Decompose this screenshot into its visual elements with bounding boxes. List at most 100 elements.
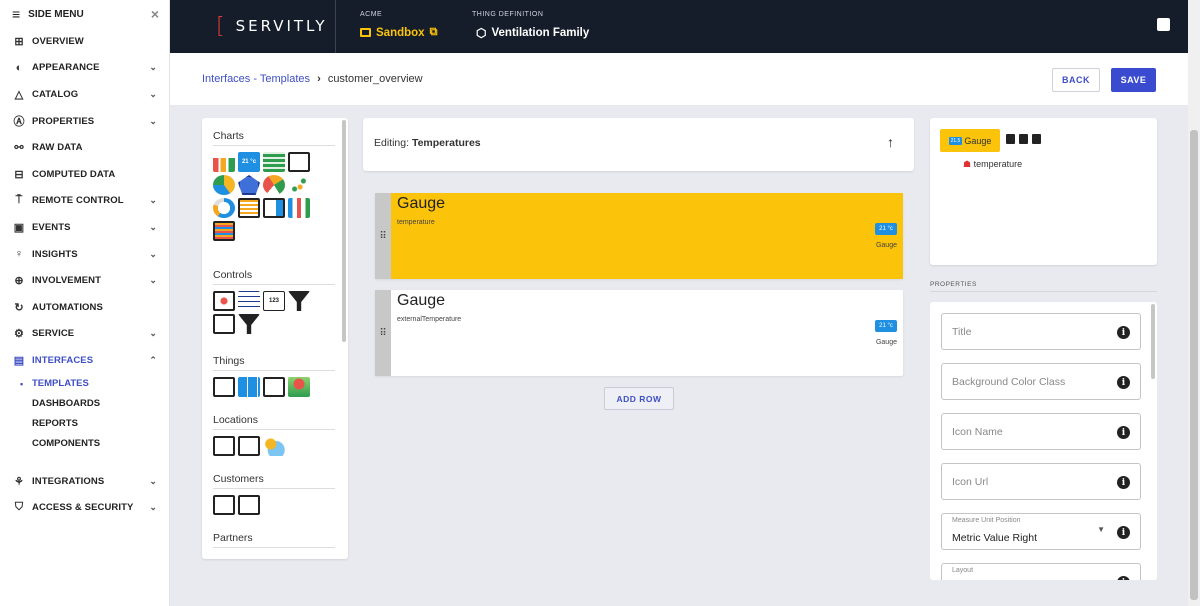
list-widget-icon[interactable] (238, 198, 260, 218)
calendar-icon: ▣ (13, 221, 25, 234)
background-color-class-field[interactable]: Background Color Class i (941, 363, 1141, 400)
arrow-up-icon[interactable]: ↑ (887, 134, 894, 150)
tenant-selector[interactable]: Sandbox ⧉ (360, 26, 437, 39)
delete-icon[interactable] (1032, 134, 1041, 144)
close-icon[interactable]: × (151, 6, 159, 22)
drag-handle-icon[interactable]: ⠿ (375, 290, 391, 376)
properties-scrollbar[interactable] (1151, 304, 1155, 379)
bar-chart-widget-icon[interactable] (213, 152, 235, 172)
breadcrumb-link[interactable]: Interfaces - Templates (202, 73, 310, 85)
palette-scrollbar[interactable] (342, 120, 346, 342)
hamburger-icon[interactable]: ≡ (12, 6, 20, 22)
info-icon[interactable]: i (1117, 576, 1130, 580)
sidebar-item-interfaces[interactable]: ▤ INTERFACES ⌃ (0, 347, 169, 374)
weather-widget-icon[interactable] (263, 436, 285, 456)
page-scrollbar-thumb[interactable] (1190, 130, 1198, 600)
save-button[interactable]: SAVE (1111, 68, 1156, 92)
heatmap-widget-icon[interactable] (213, 221, 235, 241)
palette-section-charts: Charts 21 °c (213, 130, 335, 241)
badge-text: 21 °c (241, 159, 257, 165)
sidebar-item-catalog[interactable]: △ CATALOG ⌄ (0, 81, 169, 108)
sidebar-item-appearance[interactable]: ◐ APPEARANCE ⌄ (0, 55, 169, 82)
servitly-logo[interactable]: [ SERVITLY (216, 12, 328, 40)
sidebar-item-computed-data[interactable]: ⊟ COMPUTED DATA (0, 161, 169, 188)
value-badge-widget-icon[interactable]: 21 °c (238, 152, 260, 172)
sidebar-item-integrations[interactable]: ⚘ INTEGRATIONS ⌄ (0, 468, 169, 495)
thing-definition-selector[interactable]: ⬡ Ventilation Family (476, 26, 589, 40)
customer-details-widget-icon[interactable] (213, 495, 235, 515)
chevron-up-icon: ⌃ (149, 354, 157, 365)
copy-icon[interactable] (1019, 134, 1028, 144)
numeric-input-widget-icon[interactable]: 123 (263, 291, 285, 311)
dropdown-arrow-icon[interactable]: ▼ (1097, 525, 1105, 534)
report-widget-icon[interactable] (263, 198, 285, 218)
thing-table-widget-icon[interactable] (238, 377, 260, 397)
back-button[interactable]: BACK (1052, 68, 1100, 92)
sidebar-subitem-templates[interactable]: • TEMPLATES (0, 374, 169, 394)
sidebar-item-raw-data[interactable]: ⚯ RAW DATA (0, 134, 169, 161)
icon-url-field[interactable]: Icon Url i (941, 463, 1141, 500)
widget-row[interactable]: ⠿ Gauge externalTemperature 21 °c Gauge (375, 290, 903, 376)
palette-icons: 21 °c (213, 152, 323, 241)
icon-name-field[interactable]: Icon Name i (941, 413, 1141, 450)
filter-settings-widget-icon[interactable] (238, 314, 260, 334)
info-icon[interactable]: i (1117, 476, 1130, 489)
thing-definition-value: Ventilation Family (491, 27, 590, 39)
sidebar-subitem-components[interactable]: COMPONENTS (0, 434, 169, 454)
sidebar-item-involvement[interactable]: ⊕ INVOLVEMENT ⌄ (0, 267, 169, 294)
filter-widget-icon[interactable] (288, 291, 310, 311)
pie-chart-widget-icon[interactable] (213, 175, 235, 195)
palette-section-title: Locations (213, 414, 335, 430)
widget-row[interactable]: ⠿ Gauge temperature 21 °c Gauge (375, 193, 903, 279)
sidebar-subitem-reports[interactable]: REPORTS (0, 414, 169, 434)
sidebar-item-automations[interactable]: ↻ AUTOMATIONS (0, 294, 169, 321)
thing-list-widget-icon[interactable] (263, 377, 285, 397)
gauge-widget-icon[interactable] (263, 175, 285, 195)
info-icon[interactable]: i (1117, 376, 1130, 389)
monitor-icon (360, 28, 371, 37)
sidebar-subitem-dashboards[interactable]: DASHBOARDS (0, 394, 169, 414)
document-user-widget-icon[interactable] (213, 314, 235, 334)
sidebar-item-access-security[interactable]: ⛉ ACCESS & SECURITY ⌄ (0, 494, 169, 521)
add-icon[interactable] (1006, 134, 1015, 144)
add-row-button[interactable]: ADD ROW (604, 387, 674, 410)
metric-icon: ☗ (963, 159, 972, 169)
page-scrollbar[interactable] (1188, 0, 1200, 606)
widget-palette: Charts 21 °c Controls 123 Things Locatio… (202, 118, 348, 559)
column-chart-widget-icon[interactable] (288, 198, 310, 218)
scatter-widget-icon[interactable] (288, 175, 310, 195)
tree-leaf-metric[interactable]: ☗ temperature (963, 159, 1022, 170)
user-account-icon[interactable] (1157, 18, 1170, 31)
sidebar-item-label: INVOLVEMENT (32, 275, 102, 287)
sidebar-item-remote-control[interactable]: ⍑ REMOTE CONTROL ⌄ (0, 188, 169, 215)
info-icon[interactable]: i (1117, 426, 1130, 439)
sidebar-item-insights[interactable]: ♀ INSIGHTS ⌄ (0, 241, 169, 268)
sliders-widget-icon[interactable] (238, 291, 260, 311)
measure-unit-position-select[interactable]: Measure Unit Position Metric Value Right… (941, 513, 1141, 550)
page-header: Interfaces - Templates › customer_overvi… (170, 53, 1188, 105)
location-list-widget-icon[interactable] (238, 436, 260, 456)
thing-map-widget-icon[interactable] (288, 377, 310, 397)
control-settings-widget-icon[interactable] (213, 291, 235, 311)
radar-chart-widget-icon[interactable] (238, 175, 260, 195)
donut-widget-icon[interactable] (213, 198, 235, 218)
table-grid-widget-icon[interactable] (263, 152, 285, 172)
location-details-widget-icon[interactable] (213, 436, 235, 456)
drag-handle-icon[interactable]: ⠿ (375, 193, 391, 279)
sidebar-item-events[interactable]: ▣ EVENTS ⌄ (0, 214, 169, 241)
thing-details-widget-icon[interactable] (213, 377, 235, 397)
info-icon[interactable]: i (1117, 526, 1130, 539)
external-link-icon[interactable]: ⧉ (430, 26, 438, 39)
document-alert-widget-icon[interactable] (288, 152, 310, 172)
sidebar-item-service[interactable]: ⚙ SERVICE ⌄ (0, 321, 169, 348)
sidebar-subitem-label: REPORTS (32, 418, 78, 430)
title-field[interactable]: Title i (941, 313, 1141, 350)
info-icon[interactable]: i (1117, 326, 1130, 339)
sidebar-item-properties[interactable]: Ⓐ PROPERTIES ⌄ (0, 108, 169, 135)
calculator-icon: ⊟ (14, 168, 24, 181)
tree-node-gauge[interactable]: 21.5 Gauge (940, 129, 1000, 152)
sidebar-item-label: RAW DATA (32, 142, 83, 154)
sidebar-item-overview[interactable]: ⊞ OVERVIEW (0, 28, 169, 55)
customer-list-widget-icon[interactable] (238, 495, 260, 515)
layout-select[interactable]: Layout i (941, 563, 1141, 580)
